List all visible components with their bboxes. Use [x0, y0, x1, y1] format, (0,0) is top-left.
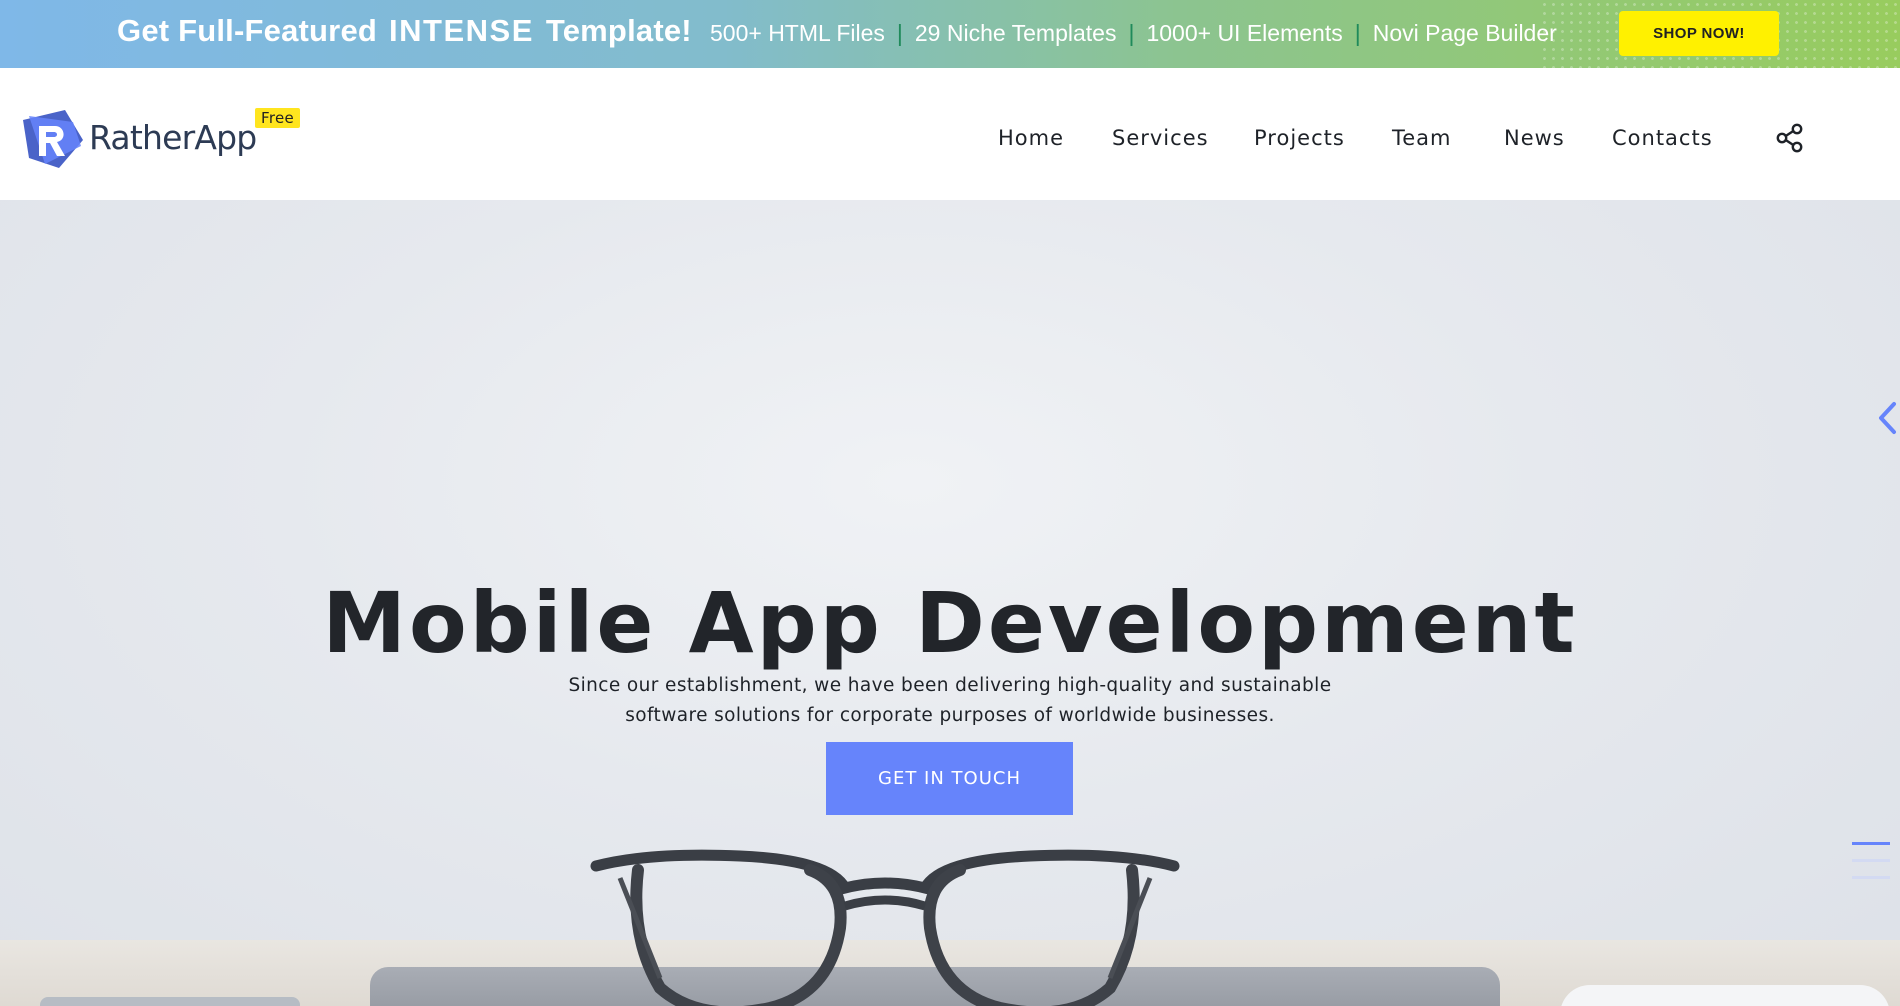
hero-description-line: software solutions for corporate purpose…: [625, 704, 1275, 726]
promo-feature: 500+ HTML Files: [710, 20, 885, 46]
promo-feature: 1000+ UI Elements: [1146, 20, 1343, 46]
shop-now-button[interactable]: SHOP NOW!: [1619, 11, 1779, 56]
promo-feature: 29 Niche Templates: [914, 20, 1117, 46]
nav-item-team[interactable]: Team: [1392, 126, 1452, 150]
eyeglasses-image: [590, 849, 1180, 1006]
slider-dot[interactable]: [1852, 876, 1890, 879]
nav-item-projects[interactable]: Projects: [1254, 126, 1345, 150]
main-nav: Home Services Projects Team News Contact…: [0, 68, 1900, 200]
hero-background-book: [40, 997, 300, 1006]
hero-description: Since our establishment, we have been de…: [500, 671, 1400, 731]
hero-description-line: Since our establishment, we have been de…: [568, 674, 1332, 696]
hero-slider: Mobile App Development Since our establi…: [0, 200, 1900, 1006]
promo-separator: |: [1354, 20, 1361, 46]
promo-title-highlight: INTENSE: [389, 13, 534, 48]
chevron-left-icon[interactable]: [1876, 400, 1898, 436]
slider-dot[interactable]: [1852, 842, 1890, 845]
promo-feature: Novi Page Builder: [1372, 20, 1557, 46]
slider-pagination: [1852, 842, 1890, 892]
hero-background-paper: [1560, 985, 1890, 1006]
nav-item-news[interactable]: News: [1504, 126, 1565, 150]
promo-features: 500+ HTML Files | 29 Niche Templates | 1000+…: [710, 20, 1557, 47]
promo-title: Get Full-Featured INTENSE Template!: [117, 13, 692, 49]
hero-title: Mobile App Development: [322, 574, 1578, 673]
nav-item-home[interactable]: Home: [998, 126, 1064, 150]
nav-item-services[interactable]: Services: [1112, 126, 1209, 150]
share-icon[interactable]: [1775, 123, 1805, 153]
promo-title-end: Template!: [545, 13, 692, 48]
promo-separator: |: [896, 20, 903, 46]
promo-title-start: Get Full-Featured: [117, 13, 378, 48]
nav-item-contacts[interactable]: Contacts: [1612, 126, 1713, 150]
site-header: RatherApp Free Home Services Projects Te…: [0, 68, 1900, 200]
get-in-touch-button[interactable]: GET IN TOUCH: [826, 742, 1073, 815]
promo-banner: Get Full-Featured INTENSE Template! 500+ H…: [0, 0, 1900, 68]
promo-separator: |: [1128, 20, 1135, 46]
slider-dot[interactable]: [1852, 859, 1890, 862]
